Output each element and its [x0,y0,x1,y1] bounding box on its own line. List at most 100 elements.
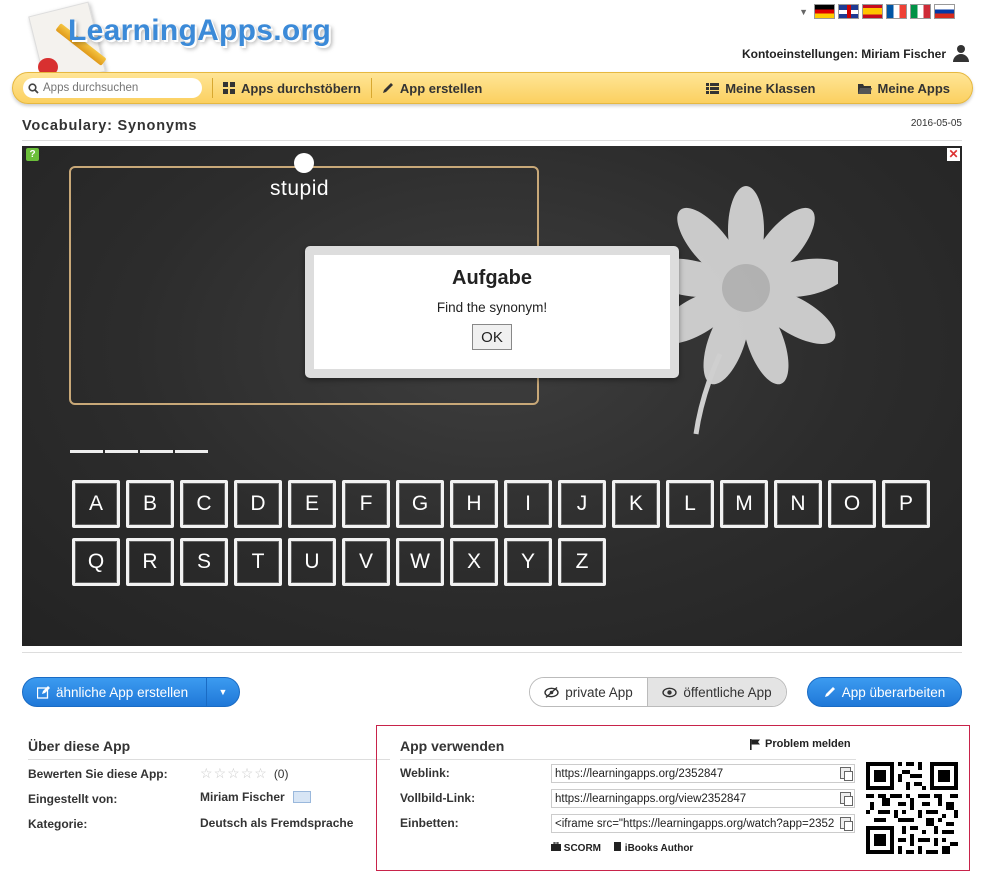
letter-key[interactable]: A [72,480,120,528]
letter-key[interactable]: D [234,480,282,528]
public-app-option[interactable]: öffentliche App [648,678,786,706]
letter-key[interactable]: X [450,538,498,586]
search-input[interactable] [43,82,193,94]
create-similar-app-button[interactable]: ähnliche App erstellen ▼ [22,677,240,707]
scorm-label: SCORM [563,843,602,854]
letter-key[interactable]: E [288,480,336,528]
edit-icon [37,685,50,699]
letter-key[interactable]: M [720,480,768,528]
letter-key[interactable]: J [558,480,606,528]
divider [22,652,962,653]
private-app-option[interactable]: private App [530,678,648,706]
letter-key[interactable]: V [342,538,390,586]
letter-key[interactable]: N [774,480,822,528]
star-icon[interactable]: ☆ [200,765,213,782]
account-settings-link[interactable]: Kontoeinstellungen: Miriam Fischer [742,45,969,62]
divider [28,759,390,760]
scorm-export-link[interactable]: SCORM [551,841,602,854]
rating-count: (0) [273,766,289,781]
caret-down-icon[interactable]: ▼ [207,687,239,697]
letter-key[interactable]: O [828,480,876,528]
dialog-text: Find the synonym! [436,300,548,315]
answer-slot [175,450,208,453]
letter-key[interactable]: Z [558,538,606,586]
nav-create-label: App erstellen [399,80,483,96]
star-icon[interactable]: ☆ [241,765,254,782]
private-app-label: private App [565,684,633,700]
dropdown-arrow-icon[interactable]: ▼ [799,7,808,17]
divider [22,140,962,141]
embed-code-field[interactable] [551,814,855,833]
embed-label: Einbetten: [400,816,459,830]
rating-stars: ☆ ☆ ☆ ☆ ☆ (0) [200,765,288,782]
pencil-icon [824,687,835,697]
flag-it-icon[interactable] [910,4,931,19]
star-icon[interactable]: ☆ [214,765,227,782]
account-label: Kontoeinstellungen: Miriam Fischer [741,46,946,61]
visibility-toggle: private App öffentliche App [529,677,787,707]
nav-divider [212,78,213,98]
help-icon[interactable]: ? [26,148,39,161]
grid-icon [223,82,235,94]
nav-my-apps[interactable]: Meine Apps [857,81,950,96]
ok-button[interactable]: OK [472,324,512,350]
letter-key[interactable]: C [180,480,228,528]
letter-key[interactable]: U [288,538,336,586]
star-icon[interactable]: ☆ [254,765,267,782]
user-icon [953,45,969,62]
create-similar-label: ähnliche App erstellen [56,684,189,700]
flag-ru-icon[interactable] [934,4,955,19]
nav-create-app[interactable]: App erstellen [382,81,482,96]
letter-key[interactable]: H [450,480,498,528]
nav-my-classes[interactable]: Meine Klassen [706,81,816,96]
letter-key[interactable]: W [396,538,444,586]
report-problem-link[interactable]: Problem melden [750,738,851,750]
nav-browse-apps[interactable]: Apps durchstöbern [223,81,361,96]
star-icon[interactable]: ☆ [227,765,240,782]
nav-divider [370,78,372,98]
app-chalkboard[interactable]: ? ✕ stupid A B C D E F G H I J K L M N O… [22,146,962,646]
briefcase-icon [551,841,561,851]
report-problem-label: Problem melden [765,738,851,750]
fullscreen-link-field[interactable] [551,789,855,808]
letter-key[interactable]: T [234,538,282,586]
public-app-label: öffentliche App [683,684,772,700]
flag-es-icon[interactable] [862,4,883,19]
mail-icon[interactable] [293,791,311,803]
create-similar-main[interactable]: ähnliche App erstellen [23,678,207,706]
use-section-title: App verwenden [400,738,505,754]
search-icon [28,82,39,94]
letter-key[interactable]: S [180,538,228,586]
answer-slot [105,450,138,453]
eye-slash-icon [544,686,559,698]
qr-code[interactable] [866,762,958,854]
edit-app-button[interactable]: App überarbeiten [807,677,962,707]
ibooks-export-link[interactable]: iBooks Author [613,842,693,854]
copy-icon[interactable] [840,792,853,806]
letter-key[interactable]: B [126,480,174,528]
letter-key[interactable]: R [126,538,174,586]
fullscreen-link-label: Vollbild-Link: [400,791,476,805]
dialog-title: Aufgabe [452,267,532,289]
pin-icon [294,153,314,173]
copy-icon[interactable] [840,767,853,781]
language-selector: ▼ [799,4,955,19]
weblink-field[interactable] [551,764,855,783]
letter-key[interactable]: I [504,480,552,528]
answer-slot [140,450,173,453]
letter-key[interactable]: Q [72,538,120,586]
flag-fr-icon[interactable] [886,4,907,19]
letter-key[interactable]: Y [504,538,552,586]
letter-key[interactable]: F [342,480,390,528]
fullscreen-icon[interactable]: ✕ [947,148,960,161]
flag-de-icon[interactable] [814,4,835,19]
letter-key[interactable]: G [396,480,444,528]
letter-key[interactable]: K [612,480,660,528]
flag-gb-icon[interactable] [838,4,859,19]
copy-icon[interactable] [840,817,853,831]
about-section-title: Über diese App [28,738,131,754]
folder-icon [857,83,872,94]
letter-key[interactable]: P [882,480,930,528]
divider [400,759,856,760]
letter-key[interactable]: L [666,480,714,528]
